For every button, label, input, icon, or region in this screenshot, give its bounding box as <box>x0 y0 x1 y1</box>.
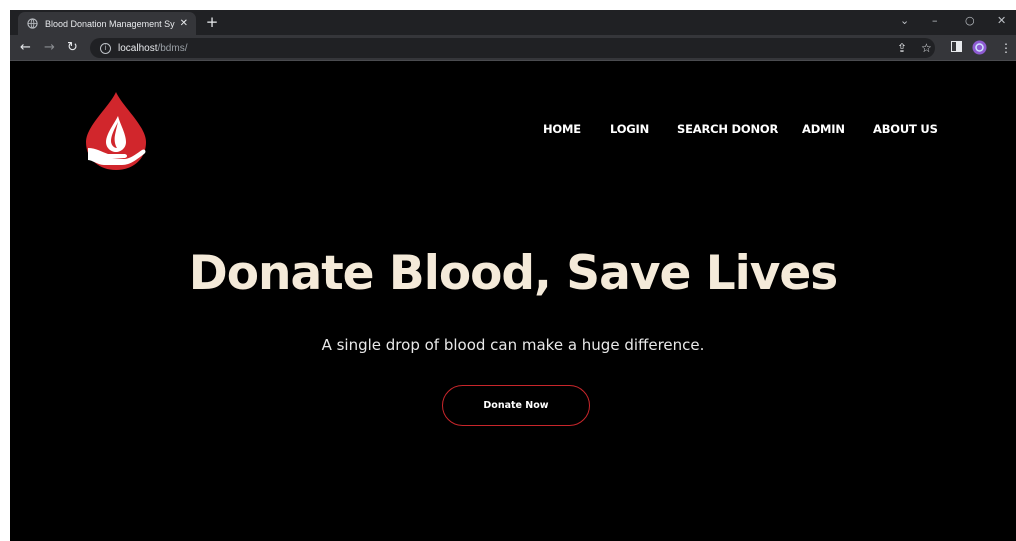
nav-about-us-link[interactable]: ABOUT US <box>873 122 938 136</box>
url-path: /bdms/ <box>157 42 188 54</box>
address-bar[interactable]: i localhost/bdms/ <box>90 38 935 58</box>
main-nav: HOME LOGIN SEARCH DONOR ADMIN ABOUT US <box>10 122 1016 142</box>
star-icon[interactable]: ☆ <box>921 40 932 56</box>
info-icon[interactable]: i <box>100 42 111 54</box>
browser-toolbar: ← → ↻ i localhost/bdms/ ⇪ ☆ ⋮ <box>10 35 1016 61</box>
reload-icon[interactable]: ↻ <box>67 40 78 56</box>
back-icon[interactable]: ← <box>20 40 31 56</box>
hero-title: Donate Blood, Save Lives <box>188 246 839 301</box>
globe-icon <box>26 18 38 30</box>
donate-now-button[interactable]: Donate Now <box>442 385 590 426</box>
tab-title: Blood Donation Management Sy <box>45 18 175 29</box>
close-window-icon[interactable]: ✕ <box>997 14 1006 27</box>
tab-search-icon[interactable]: ⌄ <box>900 14 909 27</box>
nav-home-link[interactable]: HOME <box>543 122 581 136</box>
url-host: localhost <box>118 42 158 54</box>
profile-icon[interactable] <box>972 40 987 59</box>
share-icon[interactable]: ⇪ <box>897 40 907 56</box>
nav-search-donor-link[interactable]: SEARCH DONOR <box>677 122 778 136</box>
tab-strip: Blood Donation Management Sy ✕ + ⌄ – ○ ✕ <box>10 10 1016 35</box>
new-tab-button[interactable]: + <box>203 13 221 31</box>
browser-window: Blood Donation Management Sy ✕ + ⌄ – ○ ✕… <box>10 10 1016 541</box>
nav-login-link[interactable]: LOGIN <box>610 122 649 136</box>
minimize-icon[interactable]: – <box>932 14 938 27</box>
restore-icon[interactable]: ○ <box>965 14 975 27</box>
menu-icon[interactable]: ⋮ <box>1000 40 1012 56</box>
sidebar-icon[interactable] <box>951 40 962 56</box>
tab-close-icon[interactable]: ✕ <box>180 18 188 29</box>
web-page: HOME LOGIN SEARCH DONOR ADMIN ABOUT US D… <box>10 62 1016 541</box>
hero-subtitle: A single drop of blood can make a huge d… <box>321 336 705 354</box>
forward-icon[interactable]: → <box>44 40 55 56</box>
browser-tab[interactable]: Blood Donation Management Sy ✕ <box>18 12 196 35</box>
nav-admin-link[interactable]: ADMIN <box>802 122 845 136</box>
